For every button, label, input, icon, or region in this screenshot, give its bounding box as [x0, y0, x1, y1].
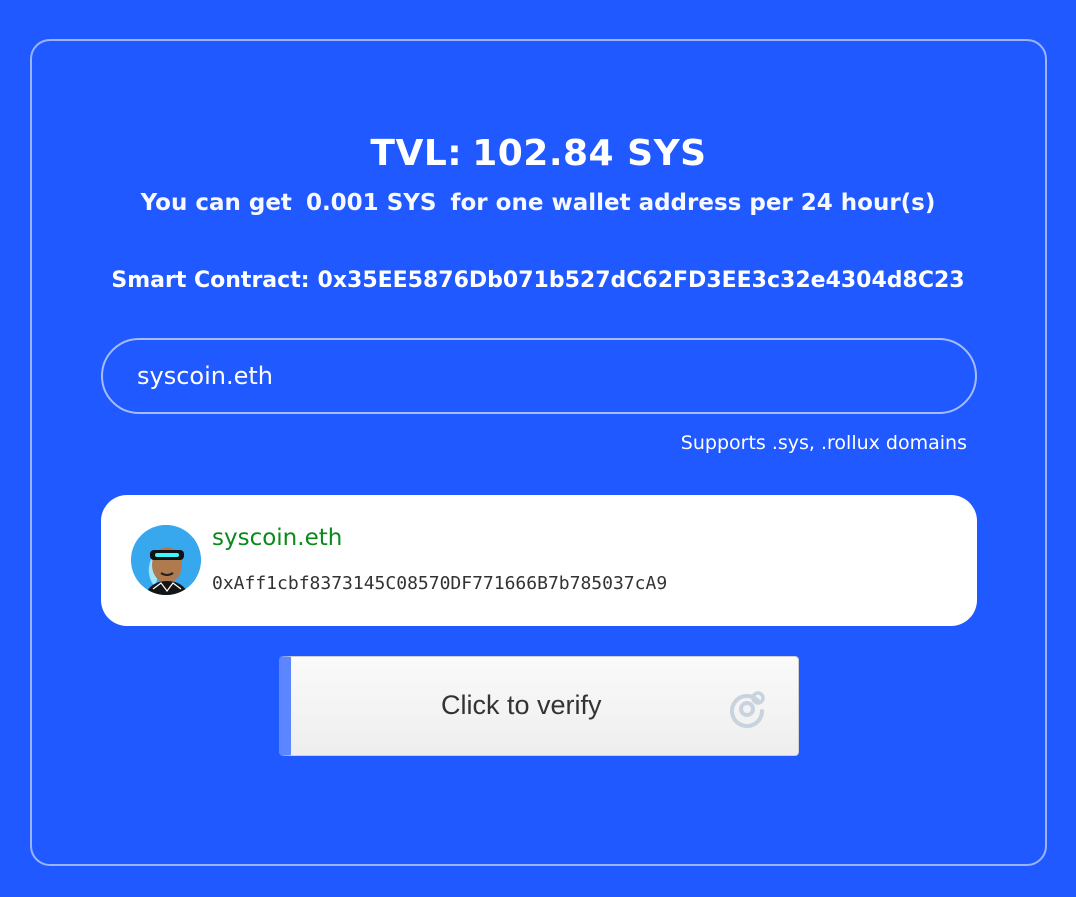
supported-domains-hint: Supports .sys, .rollux domains [680, 432, 967, 454]
resolved-name: syscoin.eth [212, 525, 343, 551]
captcha-icon [726, 687, 768, 729]
avatar-icon [131, 525, 201, 595]
tvl-label: TVL: [370, 133, 463, 174]
info-suffix: for one wallet address per 24 hour(s) [450, 190, 936, 216]
faucet-info-text: You can get 0.001 SYS for one wallet add… [0, 190, 1076, 216]
contract-address: 0x35EE5876Db071b527dC62FD3EE3c32e4304d8C… [317, 268, 965, 293]
info-amount: 0.001 SYS [305, 190, 437, 216]
resolved-address: 0xAff1cbf8373145C08570DF771666B7b785037c… [212, 573, 668, 594]
verify-captcha-button[interactable]: Click to verify [279, 656, 799, 756]
resolved-address-card: syscoin.eth 0xAff1cbf8373145C08570DF7716… [101, 495, 977, 626]
info-prefix: You can get [140, 190, 292, 216]
contract-label: Smart Contract: [111, 268, 310, 293]
tvl-value: 102.84 SYS [472, 133, 707, 174]
tvl-heading: TVL: 102.84 SYS [32, 133, 1045, 174]
domain-input[interactable] [101, 338, 977, 414]
smart-contract-line: Smart Contract: 0x35EE5876Db071b527dC62FD… [0, 268, 1076, 293]
verify-label: Click to verify [441, 690, 602, 720]
